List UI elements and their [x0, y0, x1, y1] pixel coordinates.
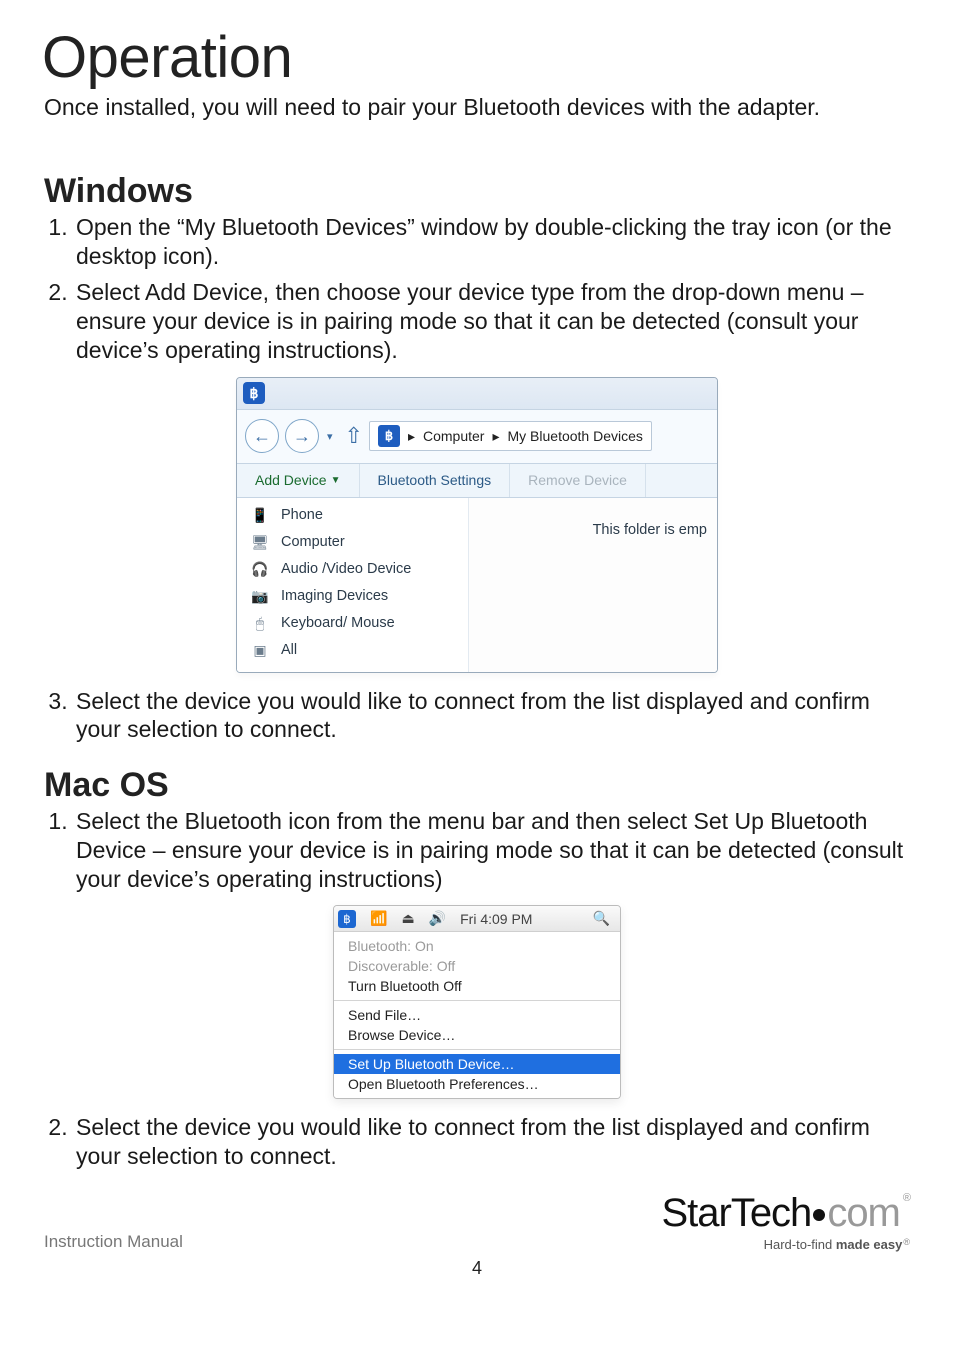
mac-menubar: ฿ 📶 ⏏ 🔊 Fri 4:09 PM 🔍 — [334, 906, 620, 932]
brand-tagline: Hard-to-find made easy® — [661, 1237, 910, 1252]
spotlight-icon[interactable]: 🔍 — [593, 910, 610, 927]
empty-folder-text: This folder is emp — [593, 522, 707, 538]
add-device-button[interactable]: Add Device ▼ — [237, 464, 360, 497]
all-icon: ▣ — [251, 642, 269, 659]
windows-dialog: ฿ ← → ▾ ⇧ ฿ ▸ Computer ▸ My Bluetooth De… — [236, 377, 718, 673]
bluetooth-menu-icon[interactable]: ฿ — [338, 910, 356, 928]
breadcrumb-sep-icon: ▸ — [408, 428, 415, 445]
volume-icon[interactable]: 🔊 — [429, 910, 446, 927]
breadcrumb-part[interactable]: My Bluetooth Devices — [508, 428, 643, 444]
windows-step-1: Open the “My Bluetooth Devices” window b… — [74, 213, 910, 271]
mouse-icon: 🖱 — [251, 615, 269, 632]
bluetooth-dropdown-menu: Bluetooth: On Discoverable: Off Turn Blu… — [334, 932, 620, 1098]
open-bluetooth-preferences[interactable]: Open Bluetooth Preferences… — [334, 1074, 620, 1094]
dropdown-item-keyboard[interactable]: 🖱 Keyboard/ Mouse — [237, 610, 468, 637]
brand-dot-icon — [813, 1209, 825, 1221]
dropdown-item-label: Computer — [281, 534, 345, 550]
dropdown-item-computer[interactable]: 🖥 Computer — [237, 529, 468, 556]
add-device-label: Add Device — [255, 472, 327, 488]
mac-step-1: Select the Bluetooth icon from the menu … — [74, 807, 910, 893]
mac-step-2: Select the device you would like to conn… — [74, 1113, 910, 1171]
windows-step-2: Select Add Device, then choose your devi… — [74, 278, 910, 364]
dropdown-item-label: Imaging Devices — [281, 588, 388, 604]
windows-heading: Windows — [44, 172, 910, 211]
history-dropdown-icon[interactable]: ▾ — [325, 430, 335, 443]
headphones-icon: 🎧 — [251, 561, 269, 578]
folder-content: This folder is emp — [469, 498, 717, 672]
page-number: 4 — [44, 1258, 910, 1279]
chevron-down-icon: ▼ — [331, 475, 341, 486]
bt-status-on: Bluetooth: On — [334, 936, 620, 956]
windows-step-3: Select the device you would like to conn… — [74, 687, 910, 745]
turn-bluetooth-off[interactable]: Turn Bluetooth Off — [334, 976, 620, 996]
bt-discoverable-off: Discoverable: Off — [334, 956, 620, 976]
footer-instruction-manual: Instruction Manual — [44, 1232, 183, 1252]
computer-icon: 🖥 — [251, 534, 269, 551]
registered-icon: ® — [903, 1192, 910, 1204]
intro-text: Once installed, you will need to pair yo… — [44, 93, 910, 122]
forward-button[interactable]: → — [285, 419, 319, 453]
dropdown-item-label: All — [281, 642, 297, 658]
titlebar: ฿ — [237, 378, 717, 410]
remove-device-button: Remove Device — [510, 464, 646, 497]
brand-name-part2: com — [827, 1191, 900, 1235]
address-bar: ← → ▾ ⇧ ฿ ▸ Computer ▸ My Bluetooth Devi… — [237, 410, 717, 464]
macos-heading: Mac OS — [44, 766, 910, 805]
breadcrumb-part[interactable]: Computer — [423, 428, 484, 444]
menu-separator — [334, 1000, 620, 1001]
dropdown-item-phone[interactable]: 📱 Phone — [237, 502, 468, 529]
bluetooth-icon: ฿ — [243, 382, 265, 404]
up-button[interactable]: ⇧ — [345, 423, 363, 449]
brand-logo: StarTech com® Hard-to-find made easy® — [661, 1193, 910, 1252]
dropdown-item-audio[interactable]: 🎧 Audio /Video Device — [237, 556, 468, 583]
set-up-bluetooth-device[interactable]: Set Up Bluetooth Device… — [334, 1054, 620, 1074]
eject-icon[interactable]: ⏏ — [401, 910, 414, 927]
phone-icon: 📱 — [251, 507, 269, 524]
toolbar: Add Device ▼ Bluetooth Settings Remove D… — [237, 464, 717, 498]
breadcrumb[interactable]: ฿ ▸ Computer ▸ My Bluetooth Devices — [369, 421, 652, 451]
page-title: Operation — [42, 24, 910, 91]
wifi-icon[interactable]: 📶 — [370, 910, 387, 927]
dropdown-item-all[interactable]: ▣ All — [237, 637, 468, 664]
dropdown-item-label: Keyboard/ Mouse — [281, 615, 395, 631]
clock-text[interactable]: Fri 4:09 PM — [460, 911, 532, 927]
menu-separator — [334, 1049, 620, 1050]
bluetooth-settings-button[interactable]: Bluetooth Settings — [360, 464, 511, 497]
browse-device[interactable]: Browse Device… — [334, 1025, 620, 1045]
camera-icon: 📷 — [251, 588, 269, 605]
dropdown-item-label: Audio /Video Device — [281, 561, 411, 577]
bluetooth-icon: ฿ — [378, 425, 400, 447]
device-type-dropdown: 📱 Phone 🖥 Computer 🎧 Audio /Video Device 📷 I… — [237, 498, 469, 672]
brand-name-part1: StarTech — [661, 1191, 811, 1235]
registered-icon: ® — [903, 1237, 910, 1247]
dropdown-item-label: Phone — [281, 507, 323, 523]
breadcrumb-sep-icon: ▸ — [492, 428, 499, 445]
mac-menu-window: ฿ 📶 ⏏ 🔊 Fri 4:09 PM 🔍 Bluetooth: On Disc… — [333, 905, 621, 1099]
send-file[interactable]: Send File… — [334, 1005, 620, 1025]
back-button[interactable]: ← — [245, 419, 279, 453]
dropdown-item-imaging[interactable]: 📷 Imaging Devices — [237, 583, 468, 610]
